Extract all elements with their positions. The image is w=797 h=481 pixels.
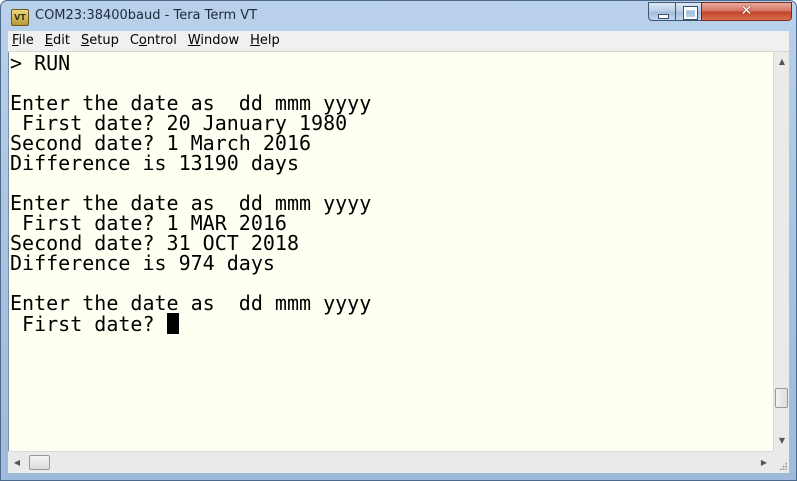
window-title: COM23:38400baud - Tera Term VT bbox=[35, 8, 258, 23]
terminal-line: Second date? 1 March 2016 bbox=[10, 131, 312, 155]
text-cursor bbox=[166, 313, 179, 334]
menu-control[interactable]: Control bbox=[126, 31, 184, 51]
maximize-button[interactable] bbox=[675, 2, 702, 21]
terminal-line: Enter the date as dd mmm yyyy bbox=[10, 291, 372, 315]
terminal-line: Second date? 31 OCT 2018 bbox=[10, 231, 299, 255]
horizontal-scroll-thumb[interactable] bbox=[29, 455, 50, 470]
scroll-right-arrow-icon[interactable]: ▶ bbox=[757, 452, 771, 474]
menu-help[interactable]: Help bbox=[246, 31, 287, 51]
scroll-up-arrow-icon[interactable]: ▲ bbox=[774, 54, 790, 70]
tera-term-window: VT COM23:38400baud - Tera Term VT ✕ File… bbox=[0, 0, 797, 481]
terminal-line: Difference is 13190 days bbox=[10, 151, 299, 175]
terminal-line: First date? bbox=[10, 313, 179, 334]
terminal-line: Difference is 974 days bbox=[10, 251, 275, 275]
terminal-line: Enter the date as dd mmm yyyy bbox=[10, 191, 372, 215]
maximize-icon bbox=[683, 6, 698, 20]
menu-bar: File Edit Setup Control Window Help bbox=[8, 31, 789, 52]
vertical-scroll-thumb[interactable] bbox=[775, 388, 788, 408]
horizontal-scrollbar[interactable]: ◀ ▶ bbox=[8, 451, 773, 473]
menu-window[interactable]: Window bbox=[184, 31, 246, 51]
title-bar[interactable]: VT COM23:38400baud - Tera Term VT ✕ bbox=[1, 1, 796, 31]
close-button[interactable]: ✕ bbox=[701, 2, 792, 21]
resize-grip-icon bbox=[779, 462, 787, 470]
menu-edit[interactable]: Edit bbox=[41, 31, 77, 51]
tera-term-icon[interactable]: VT bbox=[11, 9, 29, 26]
minimize-icon bbox=[658, 14, 669, 19]
close-icon: ✕ bbox=[740, 3, 753, 19]
terminal-line: First date? 20 January 1980 bbox=[10, 111, 348, 135]
scroll-down-arrow-icon[interactable]: ▼ bbox=[774, 433, 790, 449]
minimize-button[interactable] bbox=[648, 2, 676, 21]
terminal-line: Enter the date as dd mmm yyyy bbox=[10, 91, 372, 115]
resize-grip[interactable] bbox=[773, 451, 789, 473]
vertical-scrollbar[interactable]: ▲ ▼ bbox=[773, 52, 789, 451]
menu-file[interactable]: File bbox=[8, 31, 41, 51]
terminal-output[interactable]: > RUN Enter the date as dd mmm yyyy First… bbox=[8, 52, 774, 451]
scroll-left-arrow-icon[interactable]: ◀ bbox=[10, 452, 24, 474]
terminal-line: First date? 1 MAR 2016 bbox=[10, 211, 287, 235]
menu-setup[interactable]: Setup bbox=[77, 31, 126, 51]
terminal-line: > RUN bbox=[10, 52, 71, 75]
